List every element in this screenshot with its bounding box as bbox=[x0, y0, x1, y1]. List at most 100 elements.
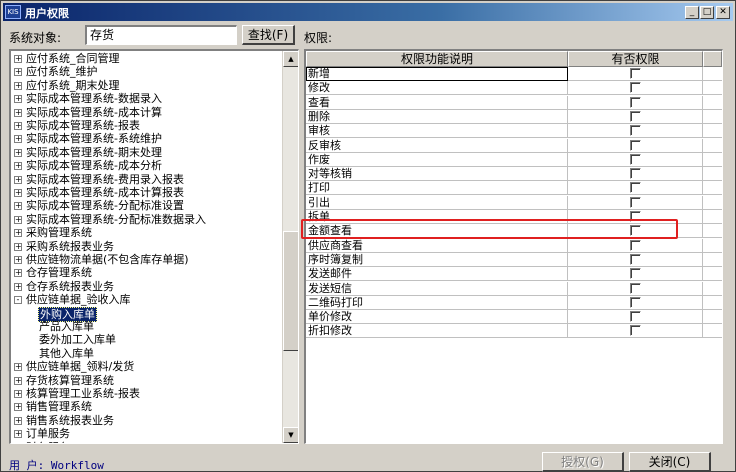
expand-icon[interactable]: + bbox=[14, 215, 22, 224]
permission-checkbox[interactable] bbox=[630, 311, 641, 323]
permission-checkbox[interactable] bbox=[630, 325, 641, 337]
minimize-button[interactable]: _ bbox=[685, 6, 699, 19]
permission-checkbox[interactable] bbox=[630, 125, 641, 137]
expand-icon[interactable]: + bbox=[14, 269, 22, 278]
permission-checkbox[interactable] bbox=[630, 82, 641, 94]
expand-icon[interactable]: + bbox=[14, 68, 22, 77]
expand-icon[interactable]: + bbox=[14, 108, 22, 117]
tree-item[interactable]: + 实际成本管理系统-期末处理 bbox=[11, 146, 281, 159]
close-window-button[interactable]: ✕ bbox=[716, 6, 730, 19]
tree-item[interactable]: + 存货核算管理系统 bbox=[11, 374, 281, 387]
expand-icon[interactable]: + bbox=[14, 376, 22, 385]
permission-checkbox[interactable] bbox=[630, 268, 641, 280]
expand-icon[interactable]: + bbox=[14, 390, 22, 398]
title-bar[interactable]: KIS 用户权限 _ □ ✕ bbox=[3, 3, 733, 21]
tree-item[interactable]: + 销售系统报表业务 bbox=[11, 414, 281, 427]
permission-checkbox[interactable] bbox=[630, 110, 641, 122]
collapse-icon[interactable]: - bbox=[14, 296, 22, 305]
tree-item[interactable]: + 销售管理系统 bbox=[11, 400, 281, 413]
system-object-tree[interactable]: + 应付系统_合同管理 + 应付系统_维护 + 应付系统_期末处理 + 实际成本管理系统-数据… bbox=[9, 49, 299, 444]
expand-icon[interactable]: + bbox=[14, 202, 22, 211]
system-object-input[interactable]: 存货 bbox=[85, 25, 237, 45]
tree-item[interactable]: + 实际成本管理系统-费用录入报表 bbox=[11, 173, 281, 186]
permission-row[interactable]: 引出 bbox=[306, 195, 722, 210]
tree-item[interactable]: + 供应链物流单据(不包含库存单据) bbox=[11, 253, 281, 266]
expand-icon[interactable]: + bbox=[14, 55, 22, 63]
permission-row[interactable]: 作废 bbox=[306, 152, 722, 167]
permission-checkbox[interactable] bbox=[630, 282, 641, 294]
find-button[interactable]: 查找(F) bbox=[242, 25, 295, 45]
tree-item[interactable]: + 核算管理工业系统-报表 bbox=[11, 387, 281, 400]
scroll-down-arrow-icon[interactable]: ▼ bbox=[283, 427, 298, 443]
permission-checkbox[interactable] bbox=[630, 153, 641, 165]
tree-item[interactable]: + 订单服务 bbox=[11, 427, 281, 440]
permission-checkbox[interactable] bbox=[630, 139, 641, 151]
expand-icon[interactable]: + bbox=[14, 229, 22, 238]
scroll-thumb[interactable] bbox=[283, 231, 298, 351]
permission-row[interactable]: 新增 bbox=[306, 67, 722, 81]
tree-item[interactable]: - 供应链单据_验收入库 bbox=[11, 293, 281, 306]
expand-icon[interactable]: + bbox=[14, 282, 22, 291]
permission-checkbox[interactable] bbox=[630, 96, 641, 108]
permission-row[interactable]: 打印 bbox=[306, 181, 722, 196]
tree-item[interactable]: +财务服务 bbox=[11, 441, 281, 443]
permission-checkbox[interactable] bbox=[630, 239, 641, 251]
maximize-button[interactable]: □ bbox=[700, 6, 714, 19]
expand-icon[interactable]: + bbox=[14, 430, 22, 439]
permission-row[interactable]: 发送短信 bbox=[306, 281, 722, 296]
permission-row[interactable]: 查看 bbox=[306, 95, 722, 110]
permission-row[interactable]: 二维码打印 bbox=[306, 295, 722, 310]
permission-checkbox[interactable] bbox=[630, 68, 641, 79]
expand-icon[interactable]: + bbox=[14, 175, 22, 184]
tree-item[interactable]: + 采购管理系统 bbox=[11, 226, 281, 239]
expand-icon[interactable]: + bbox=[14, 122, 22, 130]
grant-button[interactable]: 授权(G) bbox=[542, 452, 624, 472]
permission-row[interactable]: 修改 bbox=[306, 81, 722, 96]
permission-row[interactable]: 序时簿复制 bbox=[306, 252, 722, 267]
tree-item[interactable]: + 应付系统_期末处理 bbox=[11, 79, 281, 92]
tree-item[interactable]: + 仓存系统报表业务 bbox=[11, 280, 281, 293]
tree-item[interactable]: + 采购系统报表业务 bbox=[11, 240, 281, 253]
permission-checkbox[interactable] bbox=[630, 296, 641, 308]
expand-icon[interactable]: + bbox=[14, 135, 22, 144]
close-button[interactable]: 关闭(C) bbox=[629, 452, 711, 472]
tree-scrollbar[interactable]: ▲ ▼ bbox=[282, 51, 298, 443]
permission-checkbox[interactable] bbox=[630, 196, 641, 208]
expand-icon[interactable]: + bbox=[14, 162, 22, 171]
expand-icon[interactable]: + bbox=[14, 242, 22, 251]
tree-child-item[interactable]: 外购入库单 bbox=[11, 306, 281, 322]
tree-item[interactable]: + 实际成本管理系统-报表 bbox=[11, 119, 281, 132]
permission-row[interactable]: 对等核销 bbox=[306, 167, 722, 182]
expand-icon[interactable]: + bbox=[14, 416, 22, 425]
expand-icon[interactable]: + bbox=[14, 256, 22, 264]
tree-item[interactable]: + 实际成本管理系统-成本计算 bbox=[11, 106, 281, 119]
permission-row[interactable]: 反审核 bbox=[306, 138, 722, 153]
permission-row[interactable]: 删除 bbox=[306, 109, 722, 124]
tree-item[interactable]: + 实际成本管理系统-系统维护 bbox=[11, 132, 281, 145]
permission-row[interactable]: 发送邮件 bbox=[306, 267, 722, 282]
permission-row[interactable]: 单价修改 bbox=[306, 310, 722, 325]
tree-item[interactable]: + 实际成本管理系统-成本分析 bbox=[11, 159, 281, 172]
tree-item[interactable]: + 实际成本管理系统-分配标准数据录入 bbox=[11, 213, 281, 226]
tree-item[interactable]: + 供应链单据_领料/发货 bbox=[11, 360, 281, 373]
tree-child-item[interactable]: 委外加工入库单 bbox=[11, 333, 281, 346]
permission-checkbox[interactable] bbox=[630, 168, 641, 180]
permission-row[interactable]: 审核 bbox=[306, 124, 722, 139]
tree-item[interactable]: + 应付系统_合同管理 bbox=[11, 52, 281, 65]
column-header-has-permission[interactable]: 有否权限 bbox=[568, 51, 703, 67]
tree-item[interactable]: + 实际成本管理系统-数据录入 bbox=[11, 92, 281, 105]
expand-icon[interactable]: + bbox=[14, 189, 22, 197]
expand-icon[interactable]: + bbox=[14, 81, 22, 90]
expand-icon[interactable]: + bbox=[14, 403, 22, 412]
tree-item[interactable]: + 应付系统_维护 bbox=[11, 65, 281, 78]
tree-item[interactable]: + 仓存管理系统 bbox=[11, 266, 281, 279]
permission-row[interactable]: 供应商查看 bbox=[306, 238, 722, 253]
permission-row[interactable]: 折扣修改 bbox=[306, 324, 722, 339]
expand-icon[interactable]: + bbox=[14, 363, 22, 372]
tree-item[interactable]: + 实际成本管理系统-分配标准设置 bbox=[11, 199, 281, 212]
tree-child-item[interactable]: 其他入库单 bbox=[11, 347, 281, 360]
tree-item[interactable]: + 实际成本管理系统-成本计算报表 bbox=[11, 186, 281, 199]
permission-checkbox[interactable] bbox=[630, 253, 641, 265]
expand-icon[interactable]: + bbox=[14, 95, 22, 104]
scroll-up-arrow-icon[interactable]: ▲ bbox=[283, 51, 298, 67]
